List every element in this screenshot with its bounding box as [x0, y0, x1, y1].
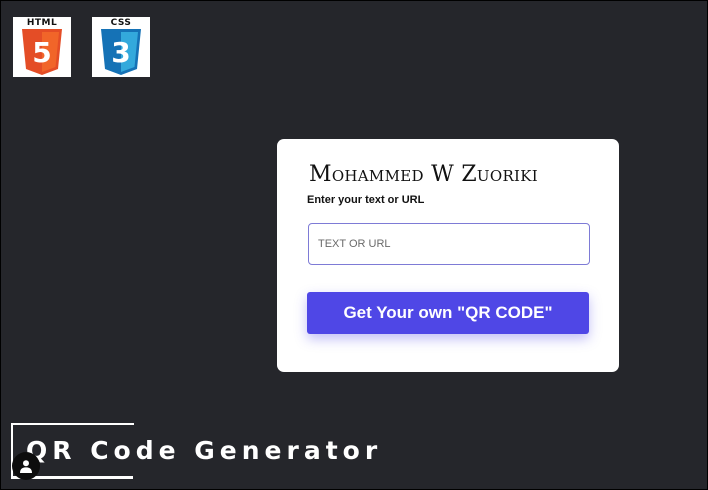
css3-logo-word: CSS [110, 18, 132, 28]
css3-logo: CSS 3 [92, 17, 150, 77]
user-avatar-icon [20, 460, 32, 473]
text-url-label: Enter your text or URL [307, 194, 425, 206]
html5-logo-word: HTML [26, 18, 58, 28]
user-avatar-button[interactable] [12, 452, 40, 480]
css3-digit: 3 [111, 36, 130, 69]
qr-form-card: Mohammed W Zuoriki Enter your text or UR… [277, 139, 619, 372]
text-url-input[interactable] [308, 223, 590, 265]
author-title: Mohammed W Zuoriki [309, 162, 539, 187]
html5-digit: 5 [32, 36, 51, 69]
html5-icon: 5 [22, 29, 62, 75]
css3-icon: 3 [101, 29, 141, 75]
generate-qr-button[interactable]: Get Your own "QR CODE" [307, 292, 589, 334]
app-title: QR Code Generator [26, 436, 383, 465]
html5-logo: HTML 5 [13, 17, 71, 77]
